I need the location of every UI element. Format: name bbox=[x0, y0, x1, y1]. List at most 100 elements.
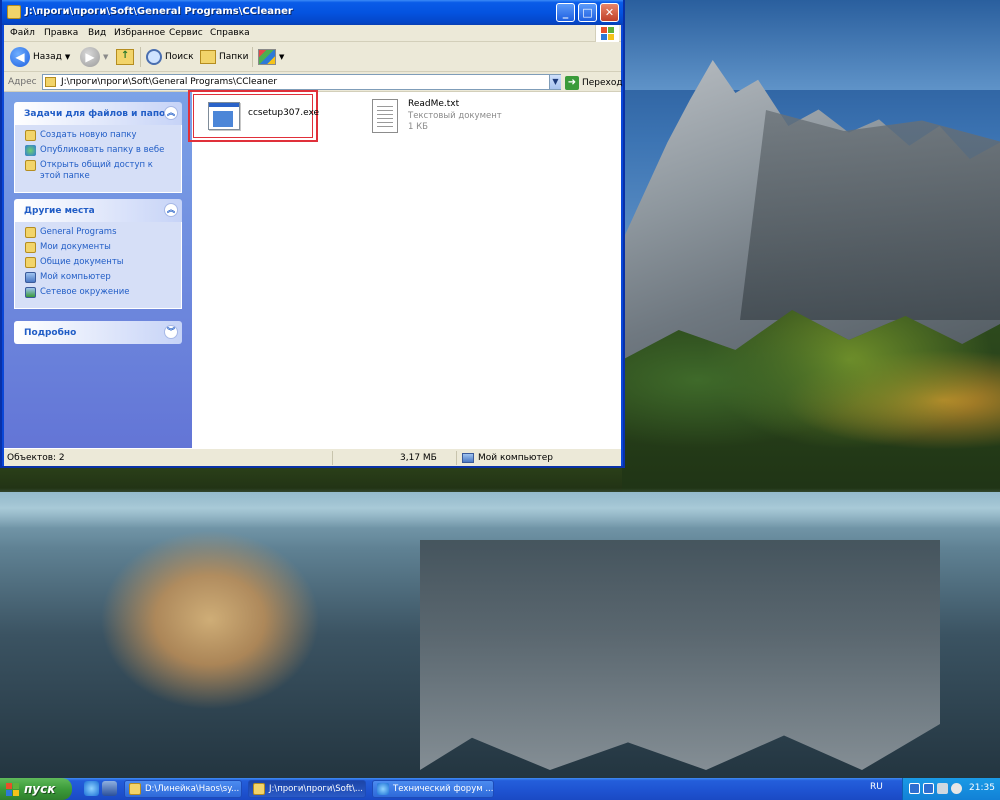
back-dropdown-icon[interactable]: ▼ bbox=[65, 53, 70, 61]
status-size: 3,17 МБ bbox=[400, 453, 437, 463]
task-share-folder[interactable]: Открыть общий доступ к этой папке bbox=[25, 160, 175, 182]
go-button[interactable]: ➜ Переход bbox=[565, 75, 623, 91]
start-button[interactable]: пуск bbox=[0, 778, 72, 800]
folder-icon bbox=[7, 5, 21, 19]
wallpaper-cliff-reflection bbox=[420, 540, 940, 770]
folder-icon bbox=[45, 77, 56, 87]
my-computer-icon bbox=[462, 453, 474, 463]
my-computer-icon bbox=[25, 272, 36, 283]
title-bar[interactable]: J:\проги\проги\Soft\General Programs\CCl… bbox=[2, 0, 623, 25]
back-label: Назад bbox=[33, 52, 62, 62]
content-area: Задачи для файлов и папок ︽ Создать нову… bbox=[4, 90, 621, 448]
show-desktop-icon[interactable] bbox=[102, 781, 117, 796]
place-my-computer[interactable]: Мой компьютер bbox=[25, 272, 175, 283]
other-places-title: Другие места bbox=[24, 206, 95, 216]
tasks-panel-body: Создать новую папку Опубликовать папку в… bbox=[14, 125, 182, 193]
taskbar-button-label: Технический форум ... bbox=[393, 784, 494, 794]
folder-icon bbox=[129, 783, 141, 795]
close-button[interactable]: ✕ bbox=[600, 3, 619, 22]
menu-favorites[interactable]: Избранное bbox=[114, 28, 165, 38]
network-tray-icon[interactable] bbox=[909, 783, 920, 794]
forward-button[interactable]: ▶ ▼ bbox=[80, 46, 108, 68]
start-label: пуск bbox=[24, 782, 56, 796]
status-bar: Объектов: 2 3,17 МБ Мой компьютер bbox=[4, 448, 621, 466]
details-panel: Подробно ︾ bbox=[14, 321, 182, 344]
details-header[interactable]: Подробно ︾ bbox=[14, 321, 182, 344]
wallpaper-sky bbox=[610, 0, 1000, 90]
clock-icon[interactable] bbox=[951, 783, 962, 794]
share-icon bbox=[25, 160, 36, 171]
menu-help[interactable]: Справка bbox=[210, 28, 250, 38]
forward-arrow-icon: ▶ bbox=[80, 47, 100, 67]
new-folder-icon bbox=[25, 130, 36, 141]
maximize-button[interactable]: □ bbox=[578, 3, 597, 22]
other-places-body: General Programs Мои документы Общие док… bbox=[14, 222, 182, 309]
up-folder-icon: ↑ bbox=[116, 49, 134, 65]
back-arrow-icon: ◀ bbox=[10, 47, 30, 67]
menu-file[interactable]: Файл bbox=[10, 28, 35, 38]
clock[interactable]: 21:35 bbox=[969, 783, 995, 793]
place-general-programs[interactable]: General Programs bbox=[25, 227, 175, 238]
folders-icon bbox=[200, 50, 216, 64]
address-bar: Адрес J:\проги\проги\Soft\General Progra… bbox=[4, 72, 623, 92]
other-places-header[interactable]: Другие места ︽ bbox=[14, 199, 182, 222]
views-button[interactable]: ▼ bbox=[258, 46, 284, 68]
menu-view[interactable]: Вид bbox=[88, 28, 106, 38]
file-name: ccsetup307.exe bbox=[248, 108, 320, 118]
collapse-icon[interactable]: ︽ bbox=[164, 203, 178, 217]
place-network[interactable]: Сетевое окружение bbox=[25, 287, 175, 298]
other-places-panel: Другие места ︽ General Programs Мои доку… bbox=[14, 199, 182, 309]
views-icon bbox=[258, 49, 276, 65]
task-publish-web[interactable]: Опубликовать папку в вебе bbox=[25, 145, 175, 156]
task-pane: Задачи для файлов и папок ︽ Создать нову… bbox=[4, 92, 192, 448]
folders-button[interactable]: Папки bbox=[200, 46, 248, 68]
taskbar-button-label: D:\Линейка\Наоs\sy... bbox=[145, 784, 240, 794]
language-indicator[interactable]: RU bbox=[870, 782, 883, 792]
tasks-panel-title: Задачи для файлов и папок bbox=[24, 109, 172, 119]
search-label: Поиск bbox=[165, 52, 194, 62]
my-documents-icon bbox=[25, 242, 36, 253]
windows-logo-icon bbox=[6, 782, 19, 796]
text-document-icon bbox=[372, 99, 398, 133]
task-new-folder[interactable]: Создать новую папку bbox=[25, 130, 175, 141]
collapse-icon[interactable]: ︽ bbox=[164, 106, 178, 120]
tasks-panel-header[interactable]: Задачи для файлов и папок ︽ bbox=[14, 102, 182, 125]
file-name: ReadMe.txt bbox=[408, 99, 460, 109]
place-label: Общие документы bbox=[40, 257, 124, 267]
taskbar-button-explorer-j[interactable]: J:\проги\проги\Soft\... bbox=[248, 780, 366, 798]
place-label: Мои документы bbox=[40, 242, 111, 252]
status-objects: Объектов: 2 bbox=[7, 453, 65, 463]
address-input[interactable]: J:\проги\проги\Soft\General Programs\CCl… bbox=[42, 74, 561, 90]
shared-documents-icon bbox=[25, 257, 36, 268]
taskbar-button-explorer-d[interactable]: D:\Линейка\Наоs\sy... bbox=[124, 780, 242, 798]
tasks-panel: Задачи для файлов и папок ︽ Создать нову… bbox=[14, 102, 182, 193]
up-button[interactable]: ↑ bbox=[116, 46, 134, 68]
network-tray-icon[interactable] bbox=[923, 783, 934, 794]
go-arrow-icon: ➜ bbox=[565, 76, 579, 90]
file-size: 1 КБ bbox=[408, 122, 428, 132]
minimize-button[interactable]: _ bbox=[556, 3, 575, 22]
address-dropdown-icon[interactable]: ▼ bbox=[549, 75, 561, 89]
folders-label: Папки bbox=[219, 52, 249, 62]
volume-icon[interactable] bbox=[937, 783, 948, 794]
explorer-window: J:\проги\проги\Soft\General Programs\CCl… bbox=[0, 0, 625, 468]
place-my-documents[interactable]: Мои документы bbox=[25, 242, 175, 253]
views-dropdown-icon[interactable]: ▼ bbox=[279, 53, 284, 61]
forward-dropdown-icon[interactable]: ▼ bbox=[103, 53, 108, 61]
internet-explorer-icon[interactable] bbox=[84, 781, 99, 796]
go-label: Переход bbox=[582, 78, 623, 88]
menu-edit[interactable]: Правка bbox=[44, 28, 78, 38]
expand-icon[interactable]: ︾ bbox=[164, 325, 178, 339]
menu-bar: Файл Правка Вид Избранное Сервис Справка bbox=[4, 25, 621, 42]
exe-installer-icon bbox=[208, 102, 240, 130]
taskbar-button-browser[interactable]: Технический форум ... bbox=[372, 780, 494, 798]
menu-tools[interactable]: Сервис bbox=[169, 28, 203, 38]
toolbar: ◀ Назад ▼ ▶ ▼ ↑ Поиск Папки ▼ bbox=[4, 42, 621, 72]
details-title: Подробно bbox=[24, 328, 77, 338]
back-button[interactable]: ◀ Назад ▼ bbox=[10, 46, 70, 68]
taskbar: пуск D:\Линейка\Наоs\sy... J:\проги\прог… bbox=[0, 778, 1000, 800]
place-shared-documents[interactable]: Общие документы bbox=[25, 257, 175, 268]
search-button[interactable]: Поиск bbox=[146, 46, 194, 68]
wallpaper-cliff-shadow bbox=[740, 110, 1000, 320]
place-label: Мой компьютер bbox=[40, 272, 111, 282]
